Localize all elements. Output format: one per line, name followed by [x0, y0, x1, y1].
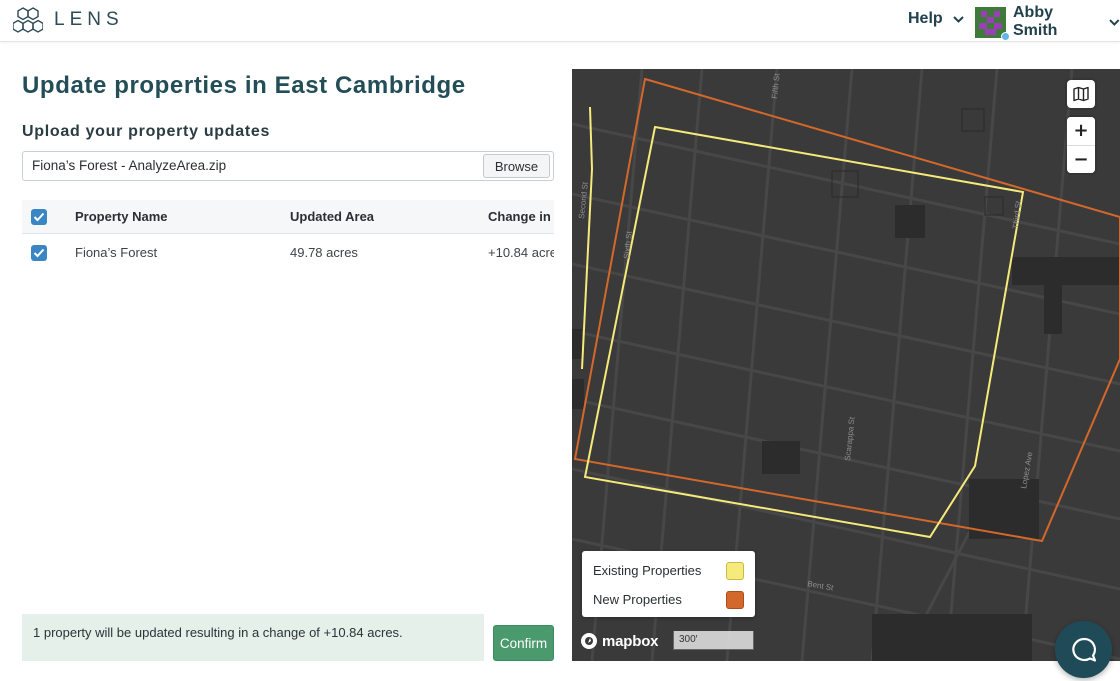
- file-upload-field[interactable]: Fiona’s Forest - AnalyzeArea.zip Browse: [22, 151, 554, 181]
- map-scale-bar: 300′: [673, 631, 754, 650]
- mapbox-attribution[interactable]: mapbox: [580, 632, 659, 650]
- user-name: Abby Smith: [1013, 4, 1058, 39]
- mapbox-wordmark: mapbox: [602, 632, 659, 650]
- browse-button[interactable]: Browse: [483, 154, 550, 178]
- confirm-button[interactable]: Confirm: [493, 625, 554, 661]
- hexagon-logo-icon: [13, 7, 43, 33]
- column-header-change-in-area[interactable]: Change in Area: [488, 209, 554, 224]
- legend-item-new: New Properties: [593, 590, 744, 610]
- lens-logo[interactable]: LENS: [13, 7, 124, 33]
- row-checkbox[interactable]: [31, 245, 47, 261]
- checkmark-icon: [33, 248, 45, 258]
- updated-area-cell: 49.78 acres: [290, 245, 358, 260]
- chat-bubble-icon: [1071, 637, 1096, 662]
- zoom-controls: + −: [1067, 117, 1095, 173]
- online-status-indicator: [1001, 31, 1010, 41]
- chevron-down-icon: [952, 15, 964, 23]
- table-header-row: Property Name Updated Area Change in Are…: [22, 200, 554, 234]
- table-row: Fiona’s Forest 49.78 acres +10.84 acres: [22, 235, 554, 271]
- selected-file-name: Fiona’s Forest - AnalyzeArea.zip: [32, 158, 227, 173]
- top-navigation-bar: LENS Help Abby Smith: [0, 0, 1120, 42]
- column-header-property-name[interactable]: Property Name: [75, 209, 167, 224]
- update-summary-banner: 1 property will be updated resulting in …: [22, 614, 484, 661]
- zoom-out-button[interactable]: −: [1067, 145, 1095, 173]
- legend-swatch-new: [726, 591, 744, 609]
- map-icon: [1073, 86, 1089, 102]
- plus-icon: +: [1073, 120, 1089, 141]
- page-title: Update properties in East Cambridge: [22, 72, 466, 99]
- properties-table: Property Name Updated Area Change in Are…: [22, 200, 554, 272]
- user-menu[interactable]: Abby Smith: [975, 4, 1120, 41]
- property-map[interactable]: Fifth St Sixth St Third St Scarappa St L…: [572, 69, 1120, 661]
- minus-icon: −: [1073, 149, 1089, 170]
- legend-item-existing: Existing Properties: [593, 561, 744, 581]
- legend-label: Existing Properties: [593, 563, 702, 578]
- property-name-cell: Fiona’s Forest: [75, 245, 158, 260]
- chat-support-button[interactable]: [1055, 621, 1112, 678]
- select-all-checkbox[interactable]: [31, 209, 47, 225]
- upload-heading: Upload your property updates: [22, 123, 271, 140]
- legend-swatch-existing: [726, 562, 744, 580]
- logo-wordmark: LENS: [54, 9, 124, 30]
- map-legend: Existing Properties New Properties: [582, 551, 755, 617]
- column-header-updated-area[interactable]: Updated Area: [290, 209, 374, 224]
- help-menu[interactable]: Help: [908, 10, 964, 28]
- scale-label: 300′: [679, 634, 698, 645]
- summary-text: 1 property will be updated resulting in …: [33, 625, 403, 640]
- mapbox-logo-icon: [581, 633, 597, 649]
- zoom-in-button[interactable]: +: [1067, 117, 1095, 145]
- avatar: [975, 6, 1010, 41]
- map-style-button[interactable]: [1067, 80, 1095, 108]
- help-label: Help: [908, 10, 943, 27]
- change-in-area-cell: +10.84 acres: [488, 245, 554, 260]
- chevron-down-icon: [1109, 18, 1120, 26]
- legend-label: New Properties: [593, 592, 682, 607]
- checkmark-icon: [33, 212, 45, 222]
